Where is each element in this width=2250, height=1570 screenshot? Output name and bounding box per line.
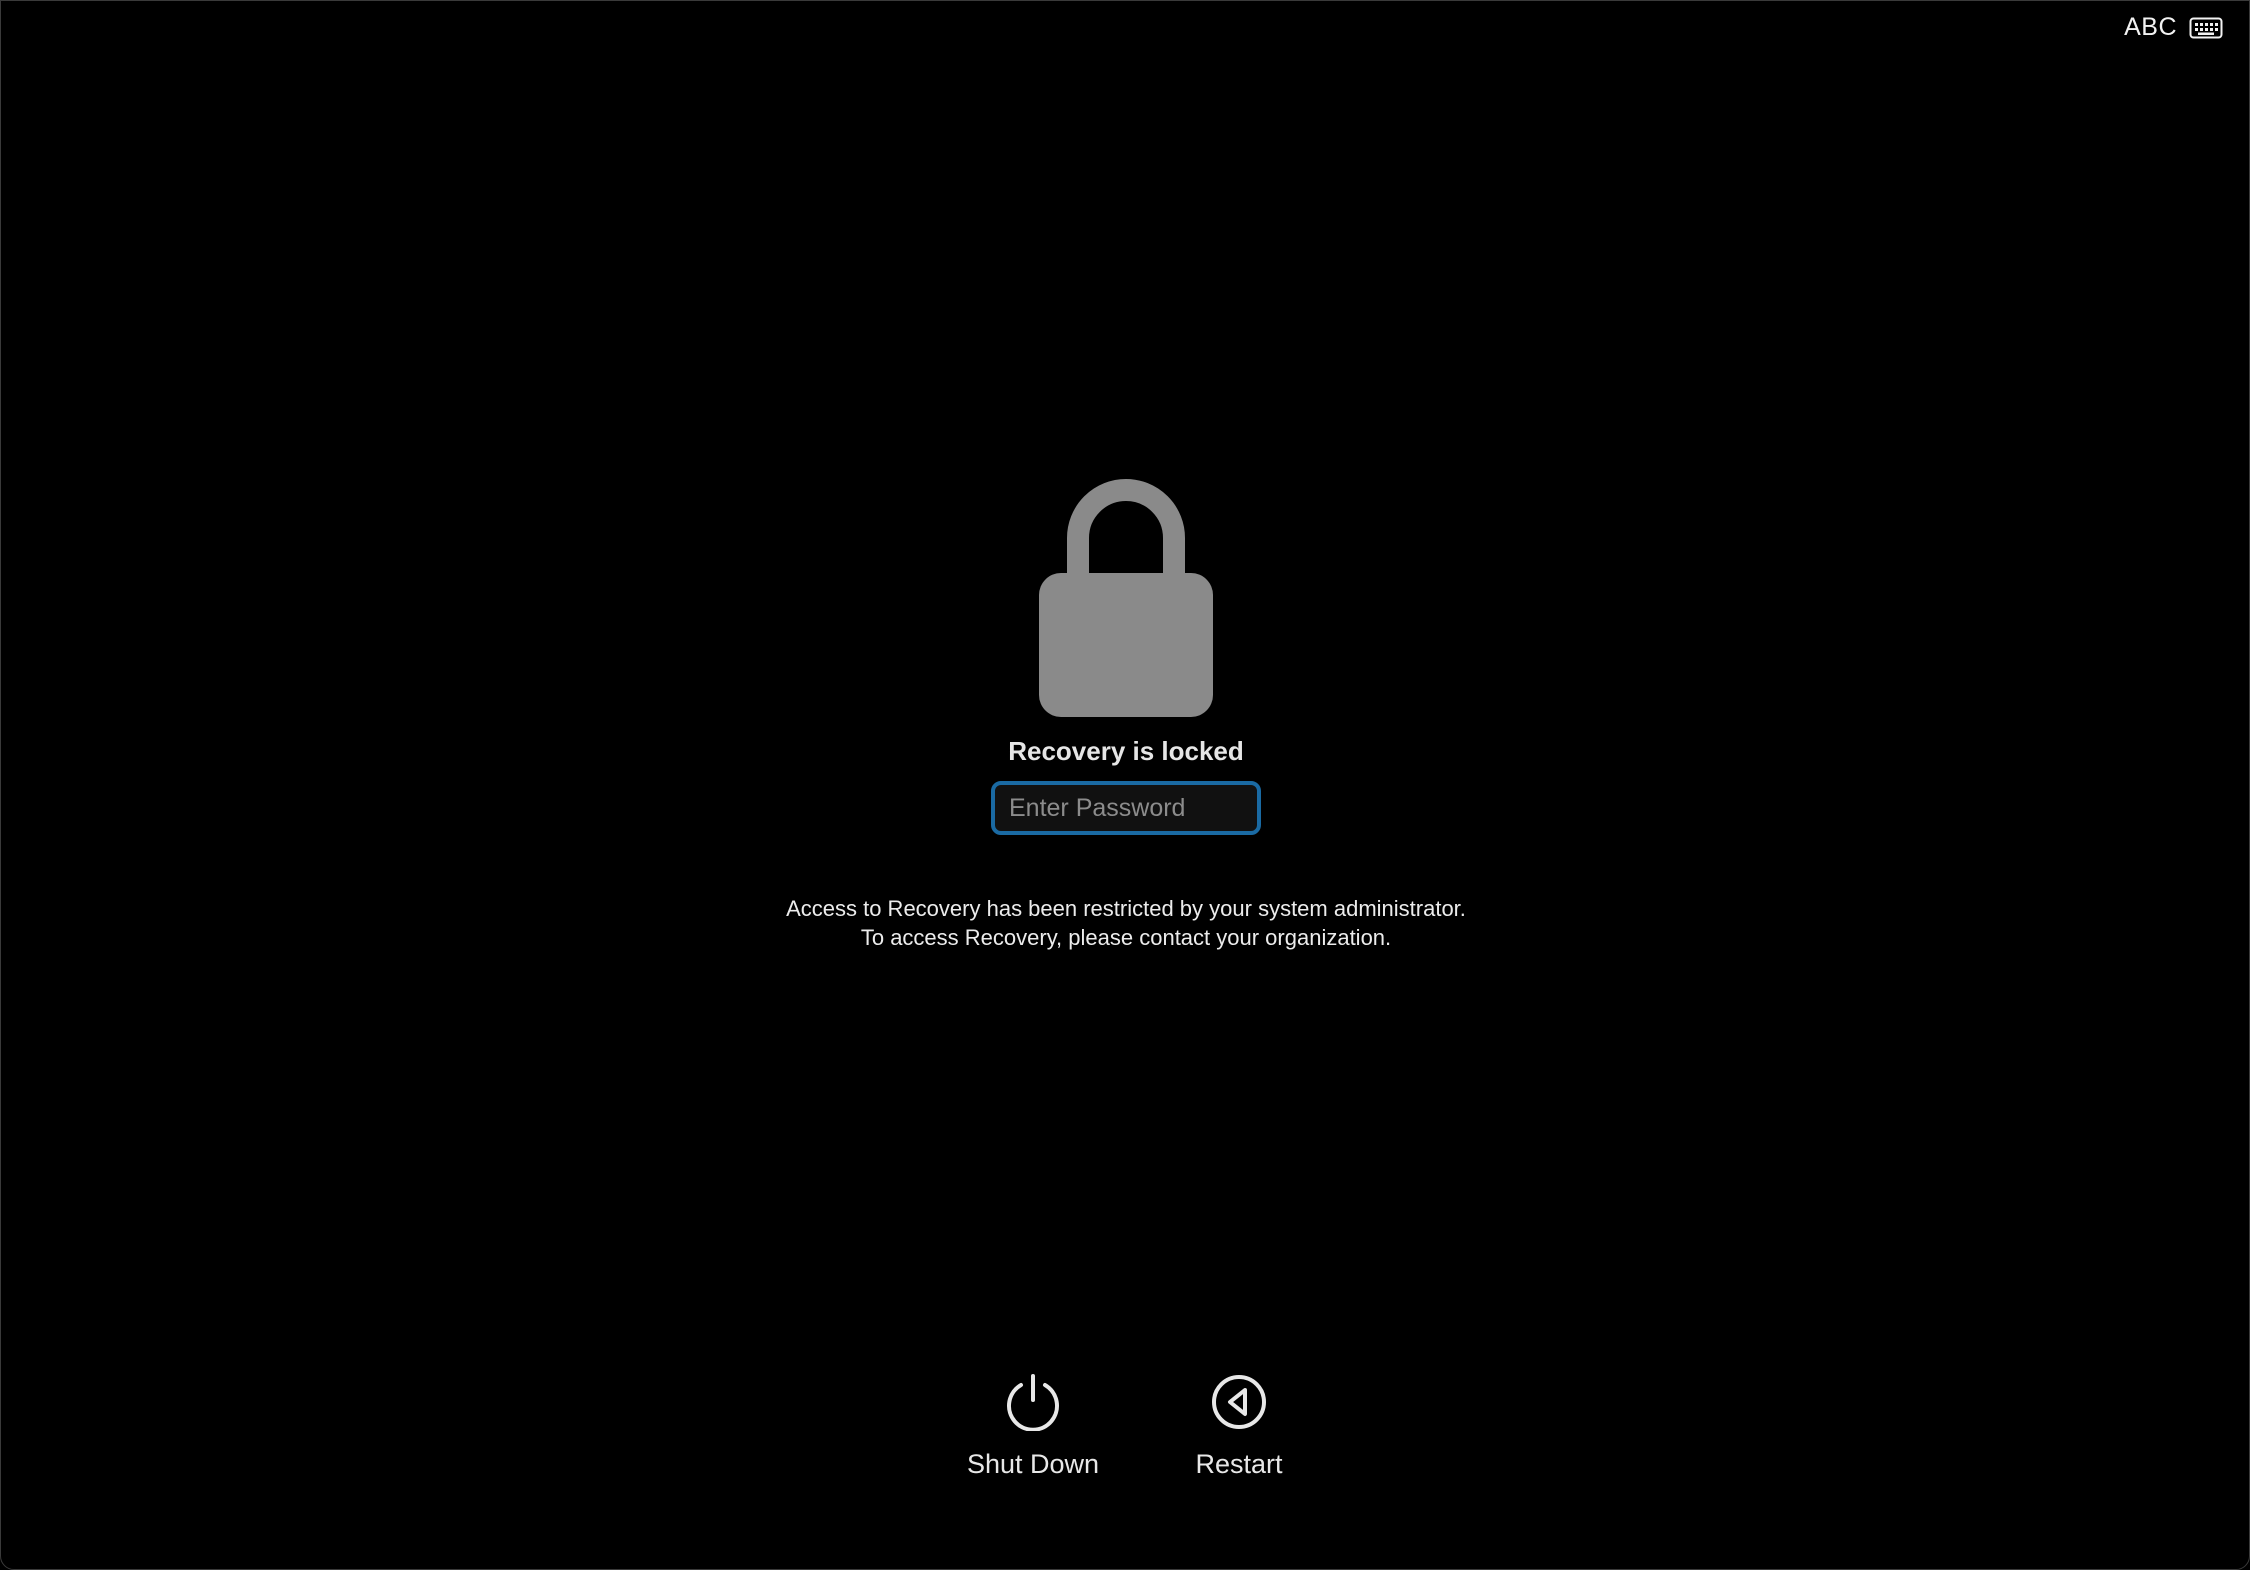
message-line-2: To access Recovery, please contact your … bbox=[860, 925, 1392, 950]
restart-label: Restart bbox=[1195, 1449, 1283, 1479]
input-source-menu[interactable]: ABC bbox=[2124, 13, 2223, 42]
power-icon bbox=[1004, 1373, 1062, 1431]
keyboard-icon bbox=[2189, 17, 2223, 39]
recovery-lock-screen: ABC Recovery is locked Access to Recover… bbox=[0, 0, 2250, 1570]
page-title: Recovery is locked bbox=[1008, 736, 1244, 766]
message-line-1: Access to Recovery has been restricted b… bbox=[786, 896, 1466, 921]
shut-down-label: Shut Down bbox=[966, 1449, 1100, 1479]
restart-button[interactable]: Restart bbox=[1169, 1373, 1309, 1480]
password-input[interactable] bbox=[995, 785, 1257, 831]
password-field-container bbox=[991, 781, 1261, 835]
restriction-message: Access to Recovery has been restricted b… bbox=[1, 894, 2250, 952]
lock-icon bbox=[1039, 475, 1213, 717]
input-source-label: ABC bbox=[2124, 13, 2177, 41]
restart-icon bbox=[1210, 1373, 1268, 1431]
shut-down-button[interactable]: Shut Down bbox=[953, 1373, 1113, 1480]
